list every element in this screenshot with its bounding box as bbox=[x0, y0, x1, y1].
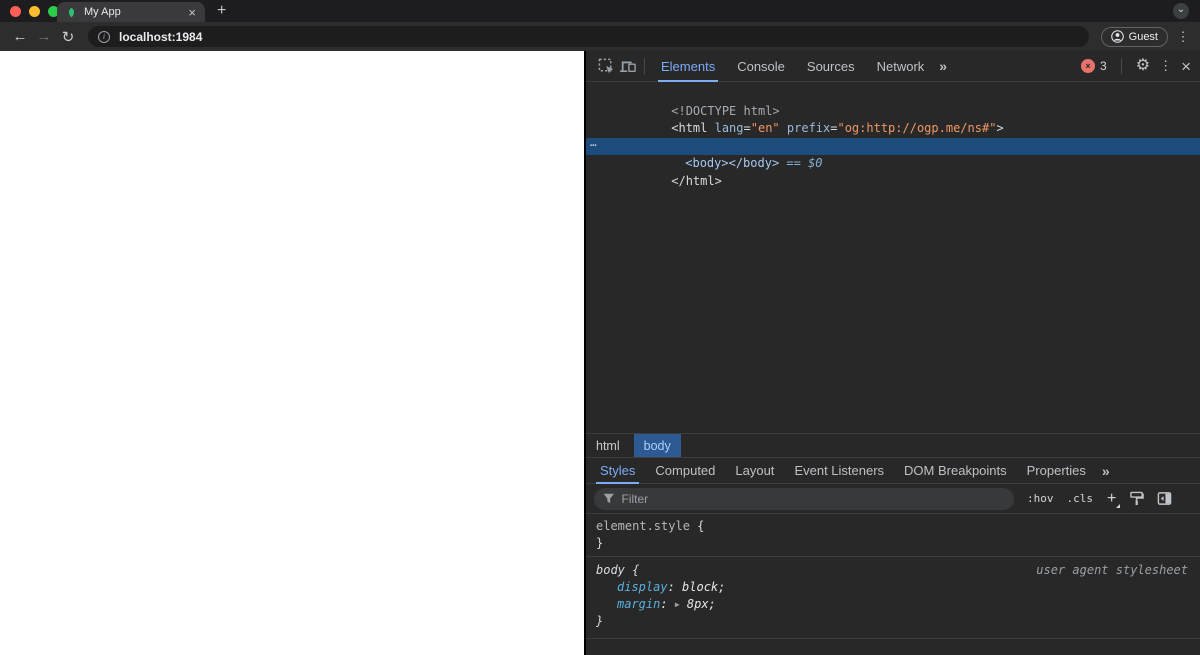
dom-row-body-selected[interactable]: … <body></body> == $0 bbox=[586, 136, 1200, 170]
dom-breadcrumb: html body bbox=[586, 433, 1200, 457]
back-button[interactable]: ← bbox=[8, 28, 32, 45]
tab-strip: My App × + ⌄ bbox=[0, 0, 1200, 22]
dom-tree: <!DOCTYPE html> <html lang="en" prefix="… bbox=[586, 82, 1200, 433]
browser-menu-kebab-icon[interactable]: ⋮ bbox=[1174, 29, 1192, 45]
more-panels-chevron-icon[interactable]: » bbox=[935, 58, 949, 74]
row-kebab-icon[interactable]: … bbox=[590, 134, 597, 152]
minimize-window-button[interactable] bbox=[29, 5, 40, 17]
toggle-hover-state-button[interactable]: :hov bbox=[1027, 492, 1054, 505]
site-info-icon[interactable]: i bbox=[98, 30, 110, 43]
tab-console[interactable]: Console bbox=[726, 51, 796, 82]
devtools-menu-kebab-icon[interactable]: ⋮ bbox=[1159, 58, 1172, 74]
tab-event-listeners[interactable]: Event Listeners bbox=[784, 457, 894, 484]
rule-separator bbox=[586, 556, 1200, 557]
plus-dropdown-corner bbox=[1116, 503, 1121, 508]
styles-bottom-separator bbox=[586, 638, 1200, 639]
body-rule-close: } bbox=[596, 614, 604, 628]
element-style-close: } bbox=[596, 536, 604, 550]
rendering-emulation-icon[interactable] bbox=[1129, 491, 1145, 506]
window-controls bbox=[10, 5, 59, 17]
tab-computed[interactable]: Computed bbox=[645, 457, 725, 484]
guest-profile-button[interactable]: Guest bbox=[1100, 26, 1168, 47]
devtools-toolbar: Elements Console Sources Network » × 3 ⚙… bbox=[586, 51, 1200, 82]
new-tab-button[interactable]: + bbox=[213, 0, 230, 22]
forward-button[interactable]: → bbox=[32, 28, 56, 45]
more-sidebar-tabs-chevron-icon[interactable]: » bbox=[1096, 463, 1114, 479]
error-icon: × bbox=[1081, 59, 1096, 73]
styles-pane: element.style { } body { user agent styl… bbox=[586, 514, 1200, 655]
dom-row-head[interactable]: ▶<head>… </head> bbox=[586, 120, 1200, 155]
devtools-close-icon[interactable]: × bbox=[1181, 58, 1191, 75]
body-selector[interactable]: body { bbox=[596, 562, 639, 579]
breadcrumb-html[interactable]: html bbox=[586, 434, 630, 457]
tab-dom-breakpoints[interactable]: DOM Breakpoints bbox=[894, 457, 1017, 484]
tab-elements[interactable]: Elements bbox=[650, 51, 726, 82]
tab-search-chevron-icon[interactable]: ⌄ bbox=[1173, 3, 1189, 19]
rendered-page bbox=[0, 51, 584, 655]
tab-close-icon[interactable]: × bbox=[188, 6, 196, 19]
tab-title: My App bbox=[84, 6, 121, 18]
content-area: Elements Console Sources Network » × 3 ⚙… bbox=[0, 51, 1200, 655]
dom-row-html-open[interactable]: <html lang="en" prefix="og:http://ogp.me… bbox=[586, 103, 1200, 135]
filter-pill[interactable] bbox=[594, 487, 1014, 510]
tab-styles[interactable]: Styles bbox=[590, 457, 645, 484]
element-style-selector[interactable]: element.style { bbox=[586, 518, 1200, 535]
person-icon bbox=[1110, 30, 1124, 43]
browser-toolbar: ← → ↻ i localhost:1984 Guest ⋮ bbox=[0, 22, 1200, 51]
toggle-class-button[interactable]: .cls bbox=[1067, 492, 1094, 505]
css-property-margin[interactable]: margin: ▶ 8px; bbox=[586, 596, 1200, 613]
tab-properties[interactable]: Properties bbox=[1017, 457, 1096, 484]
new-style-rule-button[interactable]: + bbox=[1107, 490, 1121, 508]
address-bar[interactable]: i localhost:1984 bbox=[88, 26, 1089, 47]
tab-layout[interactable]: Layout bbox=[725, 457, 784, 484]
dom-row-doctype[interactable]: <!DOCTYPE html> bbox=[586, 85, 1200, 118]
close-window-button[interactable] bbox=[10, 5, 21, 17]
dom-row-html-close[interactable]: </html> bbox=[586, 155, 1200, 188]
error-count-badge[interactable]: × 3 bbox=[1081, 59, 1107, 73]
styles-filter-row: :hov .cls + bbox=[586, 484, 1200, 514]
styles-filter-input[interactable] bbox=[621, 491, 1005, 506]
guest-label: Guest bbox=[1128, 30, 1158, 43]
reload-button[interactable]: ↻ bbox=[56, 28, 80, 46]
browser-tab[interactable]: My App × bbox=[57, 2, 205, 22]
styles-sidebar-tabs: Styles Computed Layout Event Listeners D… bbox=[586, 457, 1200, 484]
tab-sources[interactable]: Sources bbox=[796, 51, 866, 82]
funnel-filter-icon bbox=[603, 493, 614, 504]
devtools-panel: Elements Console Sources Network » × 3 ⚙… bbox=[586, 51, 1200, 655]
css-property-display[interactable]: display: block; bbox=[586, 579, 1200, 596]
settings-gear-icon[interactable]: ⚙ bbox=[1136, 58, 1150, 74]
browser-window: My App × + ⌄ ← → ↻ i localhost:1984 Gues… bbox=[0, 0, 1200, 655]
inspect-element-icon[interactable] bbox=[595, 55, 617, 77]
leaf-favicon-icon bbox=[68, 7, 75, 17]
stylesheet-origin-label: user agent stylesheet bbox=[1036, 563, 1188, 577]
tab-network[interactable]: Network bbox=[866, 51, 936, 82]
error-count: 3 bbox=[1100, 59, 1107, 73]
user-agent-rule: body { user agent stylesheet display: bl… bbox=[586, 562, 1200, 630]
device-toolbar-icon[interactable] bbox=[617, 55, 639, 77]
toolbar-separator bbox=[1120, 58, 1122, 74]
breadcrumb-body[interactable]: body bbox=[633, 434, 681, 457]
toolbar-separator bbox=[644, 58, 645, 74]
url-text[interactable]: localhost:1984 bbox=[119, 30, 202, 44]
toggle-sidebar-icon[interactable] bbox=[1157, 491, 1172, 506]
